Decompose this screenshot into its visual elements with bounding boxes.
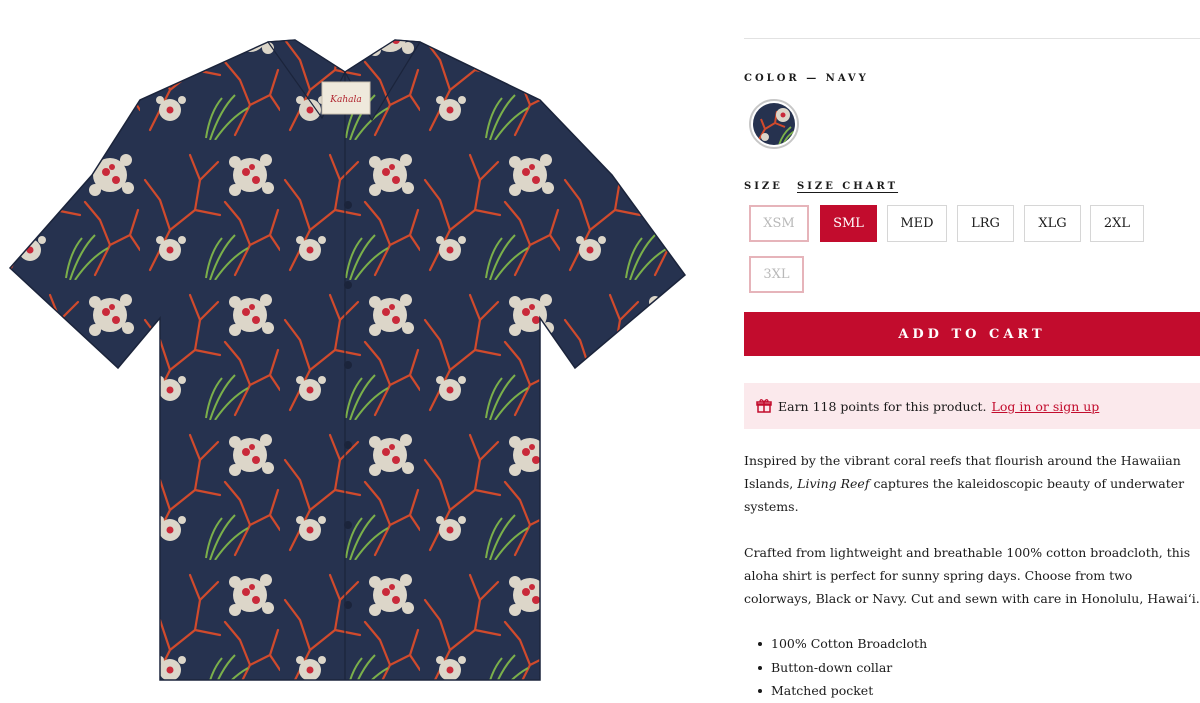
description-paragraph-1: Inspired by the vibrant coral reefs that…	[744, 449, 1200, 518]
product-image[interactable]: Kahala	[0, 0, 700, 697]
shirt-illustration: Kahala	[8, 39, 687, 681]
size-option-lrg[interactable]: LRG	[957, 205, 1014, 242]
size-option-3xl[interactable]: 3XL	[749, 256, 804, 293]
rewards-text: Earn 118 points for this product.	[778, 398, 987, 414]
color-label: COLOR — NAVY	[744, 73, 869, 84]
divider	[744, 38, 1200, 39]
brand-label-text: Kahala	[329, 95, 362, 105]
login-signup-link[interactable]: Log in or sign up	[992, 399, 1100, 414]
swatch-pattern	[753, 103, 795, 145]
color-swatch-navy[interactable]	[749, 99, 799, 149]
size-chart-link[interactable]: SIZE CHART	[797, 181, 898, 192]
collection-name: Living Reef	[797, 476, 870, 491]
list-item: 100% Cotton Broadcloth	[744, 632, 1200, 656]
size-option-sml[interactable]: SML	[820, 205, 877, 242]
size-option-med[interactable]: MED	[887, 205, 947, 242]
add-to-cart-button[interactable]: ADD TO CART	[744, 312, 1200, 356]
description-paragraph-2: Crafted from lightweight and breathable …	[744, 545, 1200, 606]
size-option-xsm[interactable]: XSM	[749, 205, 809, 242]
rewards-banner: Earn 118 points for this product. Log in…	[744, 383, 1200, 429]
size-option-2xl[interactable]: 2XL	[1090, 205, 1144, 242]
size-label: SIZE	[744, 181, 783, 192]
list-item: Button-down collar	[744, 656, 1200, 680]
list-item: Matched pocket	[744, 679, 1200, 703]
product-options-panel: COLOR — NAVY SIZE SIZE CHART XSM SML MED…	[744, 0, 1200, 698]
feature-list: 100% Cotton Broadcloth Button-down colla…	[744, 632, 1200, 703]
gift-icon	[756, 398, 772, 414]
size-option-xlg[interactable]: XLG	[1024, 205, 1081, 242]
